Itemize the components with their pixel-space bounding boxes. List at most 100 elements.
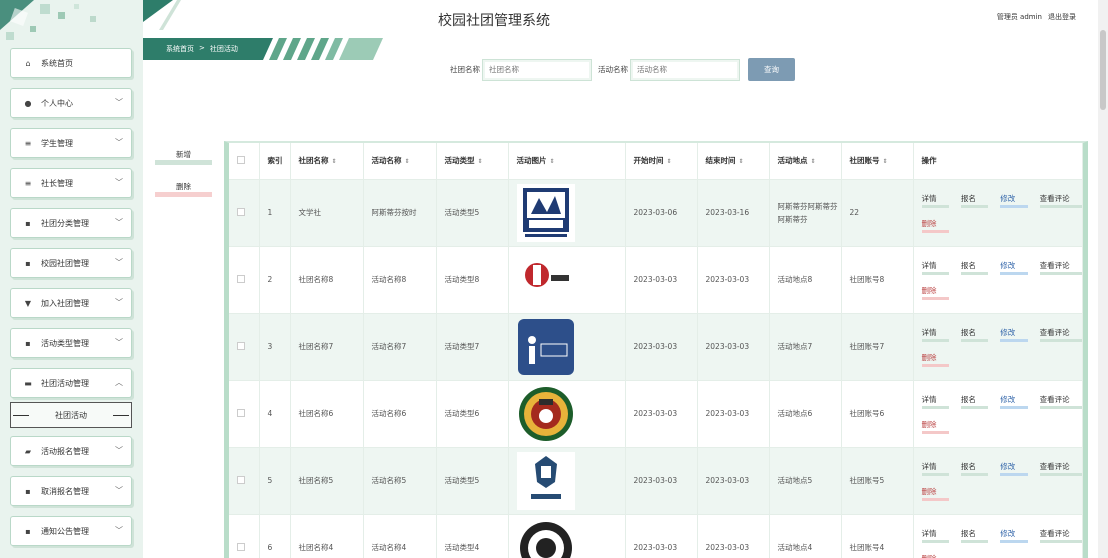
column-header: 操作	[913, 143, 1083, 180]
row-checkbox[interactable]	[237, 475, 245, 484]
sort-icon[interactable]: ⇕	[332, 158, 337, 165]
view-comments-button[interactable]: 查看评论	[1039, 461, 1082, 476]
page-scrollbar[interactable]	[1098, 0, 1108, 558]
column-header[interactable]: 活动名称 ⇕	[363, 143, 437, 180]
sidebar-item[interactable]: ▪ 校园社团管理 ﹀	[10, 248, 132, 278]
detail-button[interactable]: 详情	[921, 394, 949, 409]
sidebar-item-label: 加入社团管理	[41, 298, 89, 308]
sort-icon[interactable]: ⇕	[550, 158, 555, 165]
detail-button[interactable]: 详情	[921, 528, 949, 543]
cell-activity-name: 活动名称7	[363, 313, 437, 381]
pin-icon: ▼	[24, 298, 32, 308]
activity-name-input[interactable]	[630, 58, 740, 81]
detail-button[interactable]: 详情	[921, 327, 949, 342]
sort-icon[interactable]: ⇕	[478, 158, 483, 165]
cell-location: 阿斯蒂芬阿斯蒂芬阿斯蒂芬	[769, 179, 842, 247]
column-header[interactable]: 活动图片 ⇕	[508, 143, 626, 180]
sort-icon[interactable]: ⇕	[883, 158, 888, 165]
view-comments-button[interactable]: 查看评论	[1039, 260, 1082, 275]
sort-icon[interactable]: ⇕	[667, 158, 672, 165]
club-name-input[interactable]	[482, 58, 592, 81]
sort-icon[interactable]: ⇕	[811, 158, 816, 165]
delete-button[interactable]: 删除	[155, 179, 212, 197]
cell-club-name: 社团名称4	[290, 514, 364, 558]
cell-location: 活动地点8	[769, 246, 842, 314]
signup-button[interactable]: 报名	[960, 260, 989, 275]
edit-button[interactable]: 修改	[1000, 394, 1028, 409]
chevron-down-icon: ﹀	[115, 338, 123, 347]
edit-button[interactable]: 修改	[1000, 528, 1028, 543]
detail-button[interactable]: 详情	[921, 260, 949, 275]
cell-operations: 详情 报名 修改 查看评论删除	[913, 313, 1083, 381]
sidebar-item[interactable]: ≡ 社长管理 ﹀	[10, 168, 132, 198]
doc-icon: ▬	[24, 378, 32, 388]
sidebar-item[interactable]: ▬ 社团活动管理 ︿	[10, 368, 132, 398]
app-title: 校园社团管理系统	[438, 13, 550, 29]
view-comments-button[interactable]: 查看评论	[1039, 394, 1082, 409]
chevron-down-icon: ﹀	[115, 178, 123, 187]
cell-club-account: 社团账号7	[841, 313, 914, 381]
add-button[interactable]: 新增	[155, 147, 212, 165]
row-delete-button[interactable]: 删除	[921, 218, 949, 233]
edit-button[interactable]: 修改	[1000, 461, 1028, 476]
view-comments-button[interactable]: 查看评论	[1039, 193, 1082, 208]
row-delete-button[interactable]: 删除	[921, 285, 949, 300]
column-header[interactable]: 结束时间 ⇕	[697, 143, 770, 180]
sidebar-item[interactable]: ≡ 学生管理 ﹀	[10, 128, 132, 158]
sidebar-item[interactable]: ▪ 社团分类管理 ﹀	[10, 208, 132, 238]
column-header-label: 活动图片	[516, 156, 547, 166]
sidebar-item[interactable]: ▪ 通知公告管理 ﹀	[10, 516, 132, 546]
signup-button[interactable]: 报名	[960, 461, 989, 476]
sort-icon[interactable]: ⇕	[739, 158, 744, 165]
row-checkbox[interactable]	[237, 408, 245, 417]
row-checkbox[interactable]	[237, 207, 245, 216]
sidebar-subitem-club-activity[interactable]: 社团活动	[10, 402, 132, 428]
search-button[interactable]: 查询	[748, 58, 795, 81]
row-delete-button[interactable]: 删除	[921, 419, 949, 434]
row-checkbox[interactable]	[237, 274, 245, 283]
chevron-up-icon: ︿	[115, 378, 123, 387]
column-header[interactable]: 社团名称 ⇕	[290, 143, 364, 180]
row-select-cell	[229, 447, 260, 515]
sidebar-item[interactable]: ⌂ 系统首页	[10, 48, 132, 78]
cell-activity-image	[508, 179, 626, 247]
edit-button[interactable]: 修改	[1000, 327, 1028, 342]
logout-link[interactable]: 退出登录	[1048, 12, 1076, 22]
column-header[interactable]: 社团账号 ⇕	[841, 143, 914, 180]
cell-end-time: 2023-03-16	[697, 179, 770, 247]
column-header[interactable]: 活动地点 ⇕	[769, 143, 842, 180]
row-checkbox[interactable]	[237, 542, 245, 551]
sort-icon[interactable]: ⇕	[405, 158, 410, 165]
sidebar-item[interactable]: ▪ 活动类型管理 ﹀	[10, 328, 132, 358]
sidebar-item[interactable]: ▪ 取消报名管理 ﹀	[10, 476, 132, 506]
row-delete-button[interactable]: 删除	[921, 352, 949, 367]
scrollbar-thumb[interactable]	[1100, 30, 1106, 110]
edit-button[interactable]: 修改	[1000, 260, 1028, 275]
sidebar-item[interactable]: ● 个人中心 ﹀	[10, 88, 132, 118]
sidebar-item[interactable]: ▰ 活动报名管理 ﹀	[10, 436, 132, 466]
header-decoration	[143, 0, 181, 30]
cell-end-time: 2023-03-03	[697, 380, 770, 448]
column-header[interactable]: 活动类型 ⇕	[436, 143, 509, 180]
signup-button[interactable]: 报名	[960, 193, 989, 208]
edit-button[interactable]: 修改	[1000, 193, 1028, 208]
sidebar-menu: ⌂ 系统首页 ● 个人中心 ﹀ ≡ 学生管理 ﹀ ≡ 社长管理 ﹀ ▪ 社团分类管理 ﹀ ▪ 校园社团管理 ﹀ ▼…	[10, 48, 132, 556]
view-comments-button[interactable]: 查看评论	[1039, 528, 1082, 543]
breadcrumb-home[interactable]: 系统首页	[166, 44, 194, 54]
row-checkbox[interactable]	[237, 341, 245, 350]
select-all-checkbox[interactable]	[237, 155, 245, 164]
signup-button[interactable]: 报名	[960, 327, 989, 342]
detail-button[interactable]: 详情	[921, 461, 949, 476]
search-bar: 社团名称 活动名称 查询	[450, 58, 795, 81]
signup-button[interactable]: 报名	[960, 394, 989, 409]
row-delete-button[interactable]: 删除	[922, 553, 949, 558]
row-select-cell	[229, 380, 260, 448]
cell-start-time: 2023-03-03	[625, 447, 698, 515]
row-delete-button[interactable]: 删除	[921, 486, 949, 501]
signup-button[interactable]: 报名	[960, 528, 989, 543]
detail-button[interactable]: 详情	[921, 193, 949, 208]
sidebar-item[interactable]: ▼ 加入社团管理 ﹀	[10, 288, 132, 318]
cell-operations: 详情 报名 修改 查看评论删除	[913, 447, 1083, 515]
column-header[interactable]: 开始时间 ⇕	[625, 143, 698, 180]
view-comments-button[interactable]: 查看评论	[1039, 327, 1082, 342]
